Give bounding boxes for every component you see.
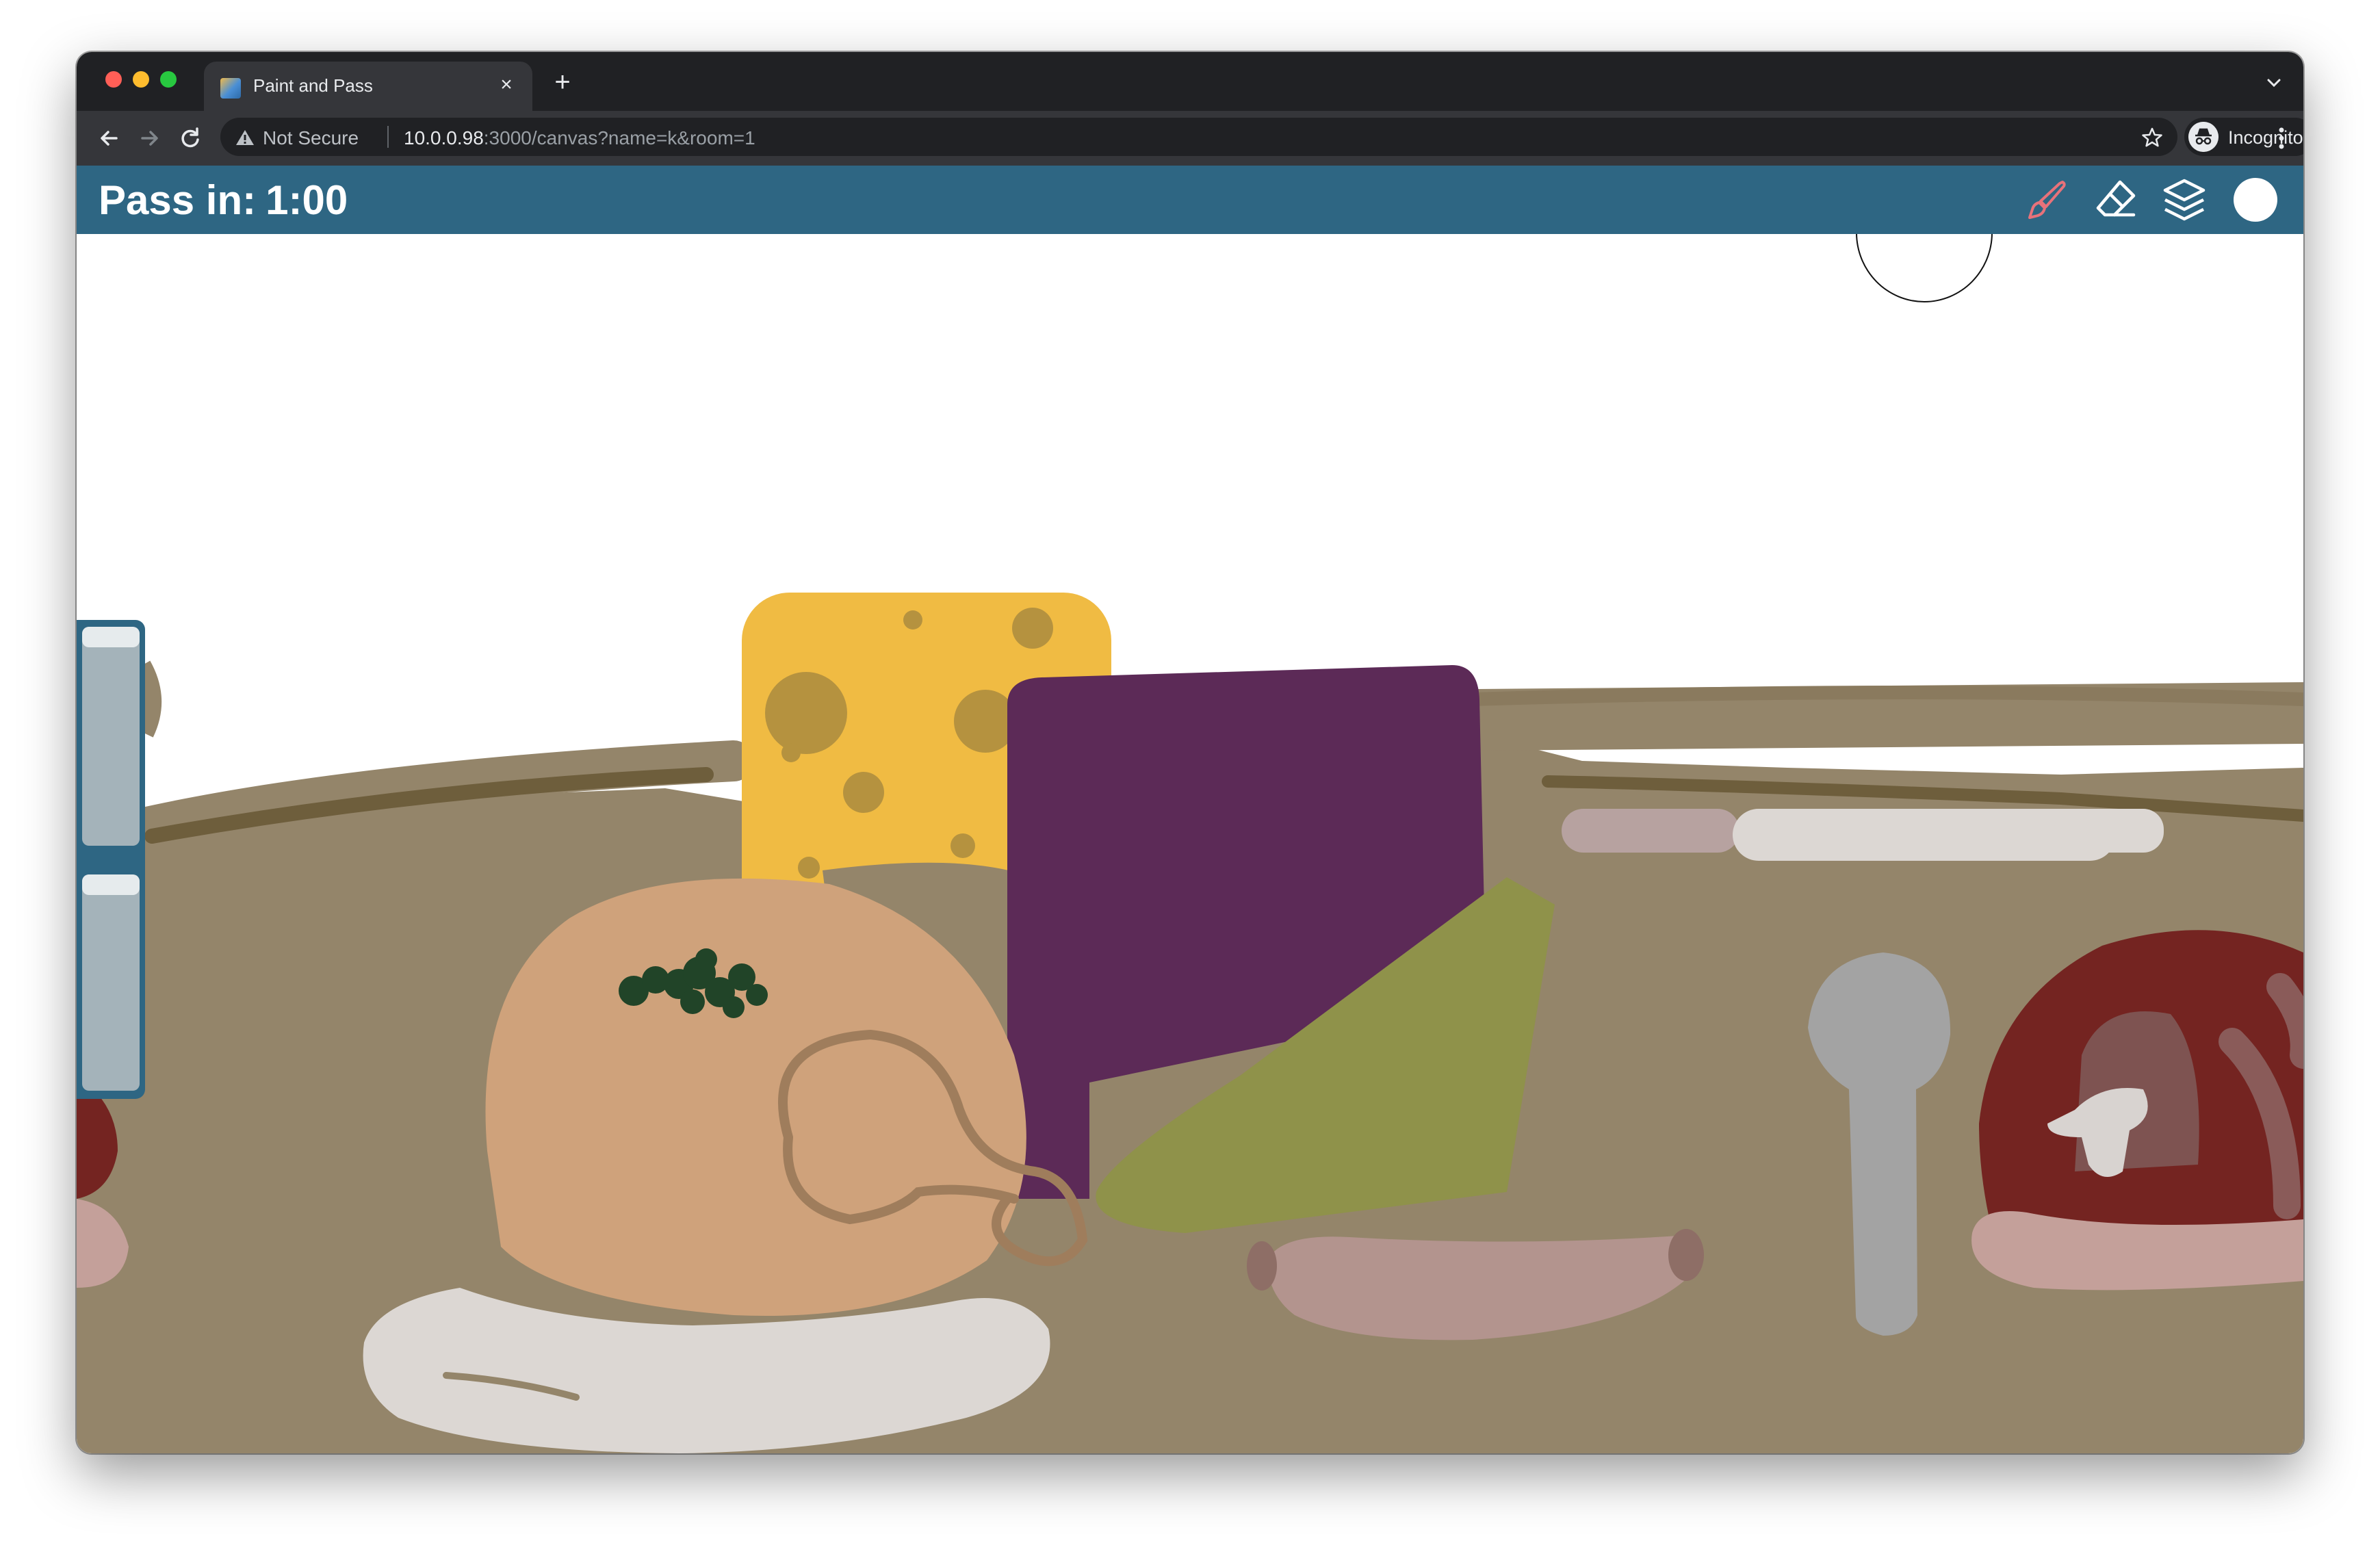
web-page: Pass in: 1:00	[77, 166, 2303, 1453]
timer-label: Pass in:	[99, 177, 257, 223]
timer-value: 1:00	[266, 177, 348, 223]
cheese-hole	[798, 857, 820, 879]
url-path: :3000/canvas?name=k&room=1	[483, 127, 755, 148]
brush-settings-panel	[77, 620, 145, 1099]
browser-tab[interactable]: Paint and Pass ×	[204, 62, 532, 111]
layers-icon[interactable]	[2160, 175, 2209, 224]
address-divider	[387, 126, 389, 148]
back-arrow-icon[interactable]	[96, 125, 123, 152]
cheese-hole	[1012, 608, 1053, 649]
reload-icon[interactable]	[177, 125, 204, 152]
back-item-white	[2054, 809, 2164, 853]
tab-strip: Paint and Pass × +	[77, 52, 2303, 111]
browser-window: Paint and Pass × + Not Secure 10.0.0.98:…	[77, 52, 2303, 1453]
pass-timer: Pass in: 1:00	[99, 177, 348, 224]
tab-close-icon[interactable]: ×	[493, 71, 520, 99]
address-bar[interactable]: Not Secure 10.0.0.98:3000/canvas?name=k&…	[220, 118, 2177, 156]
browser-toolbar: Not Secure 10.0.0.98:3000/canvas?name=k&…	[77, 111, 2303, 166]
color-swatch[interactable]	[2234, 178, 2277, 222]
table-edge-right	[1442, 682, 2303, 751]
sausage-end	[1247, 1241, 1277, 1291]
incognito-icon	[2188, 122, 2219, 152]
back-item-pink	[1562, 809, 1739, 853]
brush-size-slider[interactable]	[82, 627, 140, 846]
browser-menu-icon[interactable]	[2277, 125, 2286, 152]
url-host: 10.0.0.98	[404, 127, 484, 148]
sausage-end	[1668, 1229, 1704, 1281]
maximize-window-button[interactable]	[160, 71, 177, 88]
cheese-hole	[950, 833, 975, 858]
brush-opacity-handle[interactable]	[82, 874, 140, 895]
brush-icon[interactable]	[2023, 175, 2072, 224]
security-status[interactable]: Not Secure	[263, 127, 359, 149]
favicon-icon	[220, 78, 241, 99]
bookmark-star-icon[interactable]	[2140, 126, 2164, 149]
tab-search-chevron-icon[interactable]	[2264, 73, 2284, 93]
url-text[interactable]: 10.0.0.98:3000/canvas?name=k&room=1	[404, 127, 755, 149]
close-window-button[interactable]	[105, 71, 122, 88]
incognito-label: Incognito	[2228, 127, 2303, 148]
cheese-hole	[903, 610, 922, 630]
new-tab-button[interactable]: +	[549, 68, 576, 96]
app-header: Pass in: 1:00	[77, 166, 2303, 234]
eraser-icon[interactable]	[2091, 175, 2140, 224]
drawing-canvas[interactable]	[77, 166, 2303, 1453]
warning-icon[interactable]	[235, 129, 255, 146]
forward-arrow-icon[interactable]	[135, 125, 163, 152]
tab-title: Paint and Pass	[253, 75, 373, 96]
brush-opacity-slider[interactable]	[82, 874, 140, 1091]
cheese-hole	[843, 772, 884, 813]
table-edge-right-top	[1466, 686, 2303, 706]
cheese-hole	[781, 743, 801, 762]
cheese-hole	[765, 672, 847, 754]
minimize-window-button[interactable]	[133, 71, 149, 88]
brush-size-handle[interactable]	[82, 627, 140, 647]
